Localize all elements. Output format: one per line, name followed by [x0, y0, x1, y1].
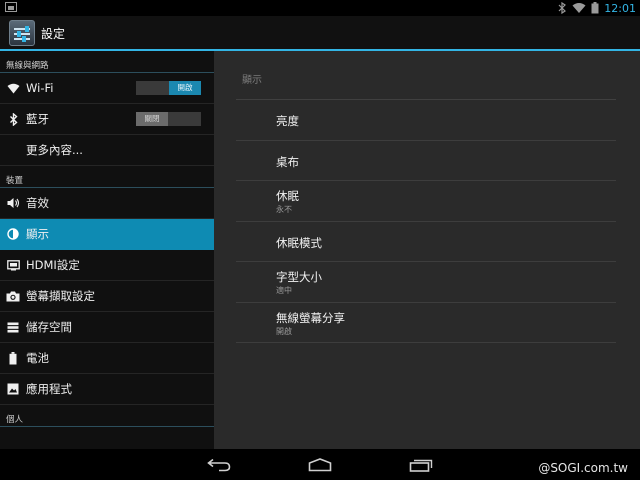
- wifi-toggle-state: 開啟: [169, 81, 201, 95]
- battery-icon: [6, 351, 20, 365]
- sidebar-item-display[interactable]: 顯示: [0, 219, 214, 250]
- navigation-bar: @SOGI.com.tw: [0, 450, 640, 480]
- home-icon[interactable]: [305, 456, 335, 474]
- back-icon[interactable]: [204, 456, 234, 474]
- sidebar-item-bluetooth[interactable]: 藍牙 關閉: [0, 104, 214, 135]
- sidebar-item-storage[interactable]: 儲存空間: [0, 312, 214, 343]
- recent-apps-icon[interactable]: [406, 456, 436, 474]
- action-bar: 設定: [0, 16, 640, 51]
- display-settings-list: 亮度 桌布 休眠 永不 休眠模式 字型大小 適中 無線螢幕分享 開啟: [236, 99, 616, 343]
- sidebar-item-label: 音效: [26, 196, 49, 210]
- sidebar-item-label: 螢幕擷取設定: [26, 289, 95, 303]
- setting-daydream[interactable]: 休眠模式: [236, 222, 616, 262]
- settings-headers-list[interactable]: 無線與網路 Wi-Fi 開啟 藍牙 關閉 更多內容... 裝置 音效 顯示 HD…: [0, 51, 214, 449]
- sidebar-item-label: 更多內容...: [26, 143, 83, 157]
- speaker-icon: [6, 196, 20, 210]
- setting-sleep[interactable]: 休眠 永不: [236, 181, 616, 222]
- display-settings-pane: 顯示 亮度 桌布 休眠 永不 休眠模式 字型大小 適中 無線螢幕分享 開啟: [214, 51, 640, 449]
- setting-title: 桌布: [276, 154, 299, 169]
- wifi-toggle[interactable]: 開啟: [136, 81, 201, 95]
- display-icon: [6, 227, 20, 241]
- sidebar-item-label: 應用程式: [26, 382, 72, 396]
- wifi-signal-icon: [572, 3, 586, 13]
- sidebar-item-label: 電池: [26, 351, 49, 365]
- setting-title: 休眠: [276, 189, 299, 203]
- sidebar-item-label: 儲存空間: [26, 320, 72, 334]
- sidebar-item-apps[interactable]: 應用程式: [0, 374, 214, 405]
- sidebar-item-battery[interactable]: 電池: [0, 343, 214, 374]
- battery-status-icon: [591, 2, 599, 14]
- sidebar-item-screenshot[interactable]: 螢幕擷取設定: [0, 281, 214, 312]
- bluetooth-toggle-state: 關閉: [136, 112, 168, 126]
- setting-title: 亮度: [276, 114, 299, 128]
- status-bar: 12:01: [0, 0, 640, 16]
- sidebar-item-label: HDMI設定: [26, 258, 80, 272]
- sidebar-item-label: 顯示: [26, 227, 49, 241]
- camera-icon: [6, 289, 20, 303]
- hdmi-icon: [6, 258, 20, 272]
- setting-title: 休眠模式: [276, 235, 322, 250]
- page-title: 設定: [41, 27, 66, 41]
- setting-brightness[interactable]: 亮度: [236, 100, 616, 141]
- section-header-device: 裝置: [0, 166, 214, 188]
- wifi-icon: [6, 81, 20, 95]
- storage-icon: [6, 320, 20, 334]
- status-icons: 12:01: [557, 1, 636, 15]
- watermark: @SOGI.com.tw: [538, 461, 628, 475]
- setting-font-size[interactable]: 字型大小 適中: [236, 262, 616, 303]
- setting-summary: 永不: [276, 205, 292, 214]
- setting-wireless-display[interactable]: 無線螢幕分享 開啟: [236, 303, 616, 343]
- bluetooth-off-icon: [558, 2, 567, 14]
- setting-summary: 適中: [276, 286, 292, 295]
- sidebar-item-wifi[interactable]: Wi-Fi 開啟: [0, 73, 214, 104]
- setting-title: 字型大小: [276, 270, 322, 284]
- sidebar-item-partial[interactable]: [0, 427, 214, 449]
- section-header-wireless: 無線與網路: [0, 51, 214, 73]
- sidebar-item-label: 藍牙: [26, 112, 49, 126]
- sidebar-item-label: Wi-Fi: [26, 81, 54, 95]
- sidebar-item-hdmi[interactable]: HDMI設定: [0, 250, 214, 281]
- gallery-notification-icon: [5, 2, 17, 12]
- pane-title: 顯示: [242, 75, 262, 86]
- setting-wallpaper[interactable]: 桌布: [236, 141, 616, 181]
- clock: 12:01: [604, 1, 636, 15]
- sidebar-item-more[interactable]: 更多內容...: [0, 135, 214, 166]
- setting-summary: 開啟: [276, 326, 292, 336]
- bluetooth-icon: [6, 112, 20, 126]
- settings-app-icon[interactable]: [9, 20, 35, 46]
- section-header-personal: 個人: [0, 405, 214, 427]
- bluetooth-toggle[interactable]: 關閉: [136, 112, 201, 126]
- setting-title: 無線螢幕分享: [276, 310, 345, 325]
- sidebar-item-sound[interactable]: 音效: [0, 188, 214, 219]
- apps-icon: [6, 382, 20, 396]
